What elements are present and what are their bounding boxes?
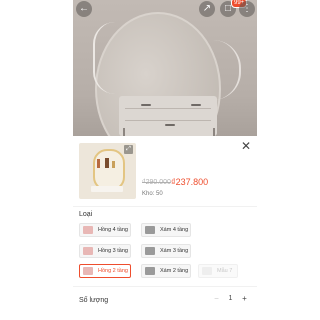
drawer-handle <box>191 104 201 106</box>
variant-swatch <box>83 267 93 275</box>
quantity-label: Số lượng <box>79 297 109 304</box>
mirror-arc-left <box>93 22 115 94</box>
variant-option-label: Xám 2 tầng <box>160 268 189 274</box>
drawer-handle <box>165 124 175 126</box>
original-price: ₫290.000 <box>142 179 171 186</box>
variant-section-label: Loại <box>79 211 93 218</box>
cabinet-leg <box>123 128 125 136</box>
divider <box>73 286 257 287</box>
variant-swatch <box>83 226 93 234</box>
share-icon[interactable]: ↗ <box>199 1 215 17</box>
thumbnail-base <box>91 186 123 192</box>
more-icon[interactable]: ⋮ <box>239 1 255 17</box>
product-image: ← ↗ □ 99+ ⋮ <box>73 0 257 136</box>
variant-swatch <box>83 247 93 255</box>
variant-swatch <box>145 226 155 234</box>
variant-option-hong-3[interactable]: Hồng 3 tầng <box>79 244 131 258</box>
variant-thumbnail[interactable]: ⤢ <box>79 143 136 199</box>
zoom-icon[interactable]: ⤢ <box>124 145 133 154</box>
cart-icon[interactable]: □ 99+ <box>220 0 248 17</box>
variant-option-label: Xám 4 tầng <box>160 227 189 233</box>
sale-price: ₫237.800 <box>171 177 209 187</box>
variant-swatch <box>145 267 155 275</box>
variant-option-label: Hồng 4 tầng <box>98 227 128 233</box>
decrease-button[interactable]: − <box>211 293 222 305</box>
drawer-line <box>125 108 211 109</box>
variant-option-hong-4[interactable]: Hồng 4 tầng <box>79 223 131 237</box>
variant-option-xam-3[interactable]: Xám 3 tầng <box>141 244 191 258</box>
variant-option-mau-7[interactable]: Mẫu 7 <box>198 264 238 278</box>
variant-option-label: Hồng 3 tầng <box>98 248 128 254</box>
cabinet <box>119 96 217 136</box>
quantity-value[interactable]: 1 <box>223 293 238 305</box>
drawer-handle <box>141 104 151 106</box>
stock-count: Kho: 50 <box>142 191 163 197</box>
variant-option-label: Mẫu 7 <box>217 268 233 274</box>
variant-bottom-sheet: ✕ ⤢ ₫290.000 ₫237.800 Kho: 50 Loại Hồng … <box>73 136 257 320</box>
divider <box>73 206 257 207</box>
thumbnail-mirror <box>93 149 125 191</box>
variant-swatch <box>202 267 212 275</box>
variant-option-label: Xám 3 tầng <box>160 248 189 254</box>
variant-option-label: Hồng 2 tầng <box>98 268 128 274</box>
quantity-stepper: − 1 + <box>211 293 251 305</box>
thumbnail-bottle <box>112 161 115 168</box>
increase-button[interactable]: + <box>239 293 250 305</box>
thumbnail-bottle <box>105 158 109 168</box>
drawer-line <box>125 120 211 121</box>
phone-screen: ← ↗ □ 99+ ⋮ ✕ ⤢ ₫290.000 ₫237.800 Kho: 5… <box>73 0 257 320</box>
back-arrow-icon[interactable]: ← <box>76 1 92 17</box>
variant-option-xam-4[interactable]: Xám 4 tầng <box>141 223 191 237</box>
variant-option-hong-2[interactable]: Hồng 2 tầng <box>79 264 131 278</box>
variant-option-xam-2[interactable]: Xám 2 tầng <box>141 264 191 278</box>
thumbnail-bottle <box>97 159 100 168</box>
variant-swatch <box>145 247 155 255</box>
cabinet-leg <box>213 128 215 136</box>
close-icon[interactable]: ✕ <box>240 140 252 152</box>
